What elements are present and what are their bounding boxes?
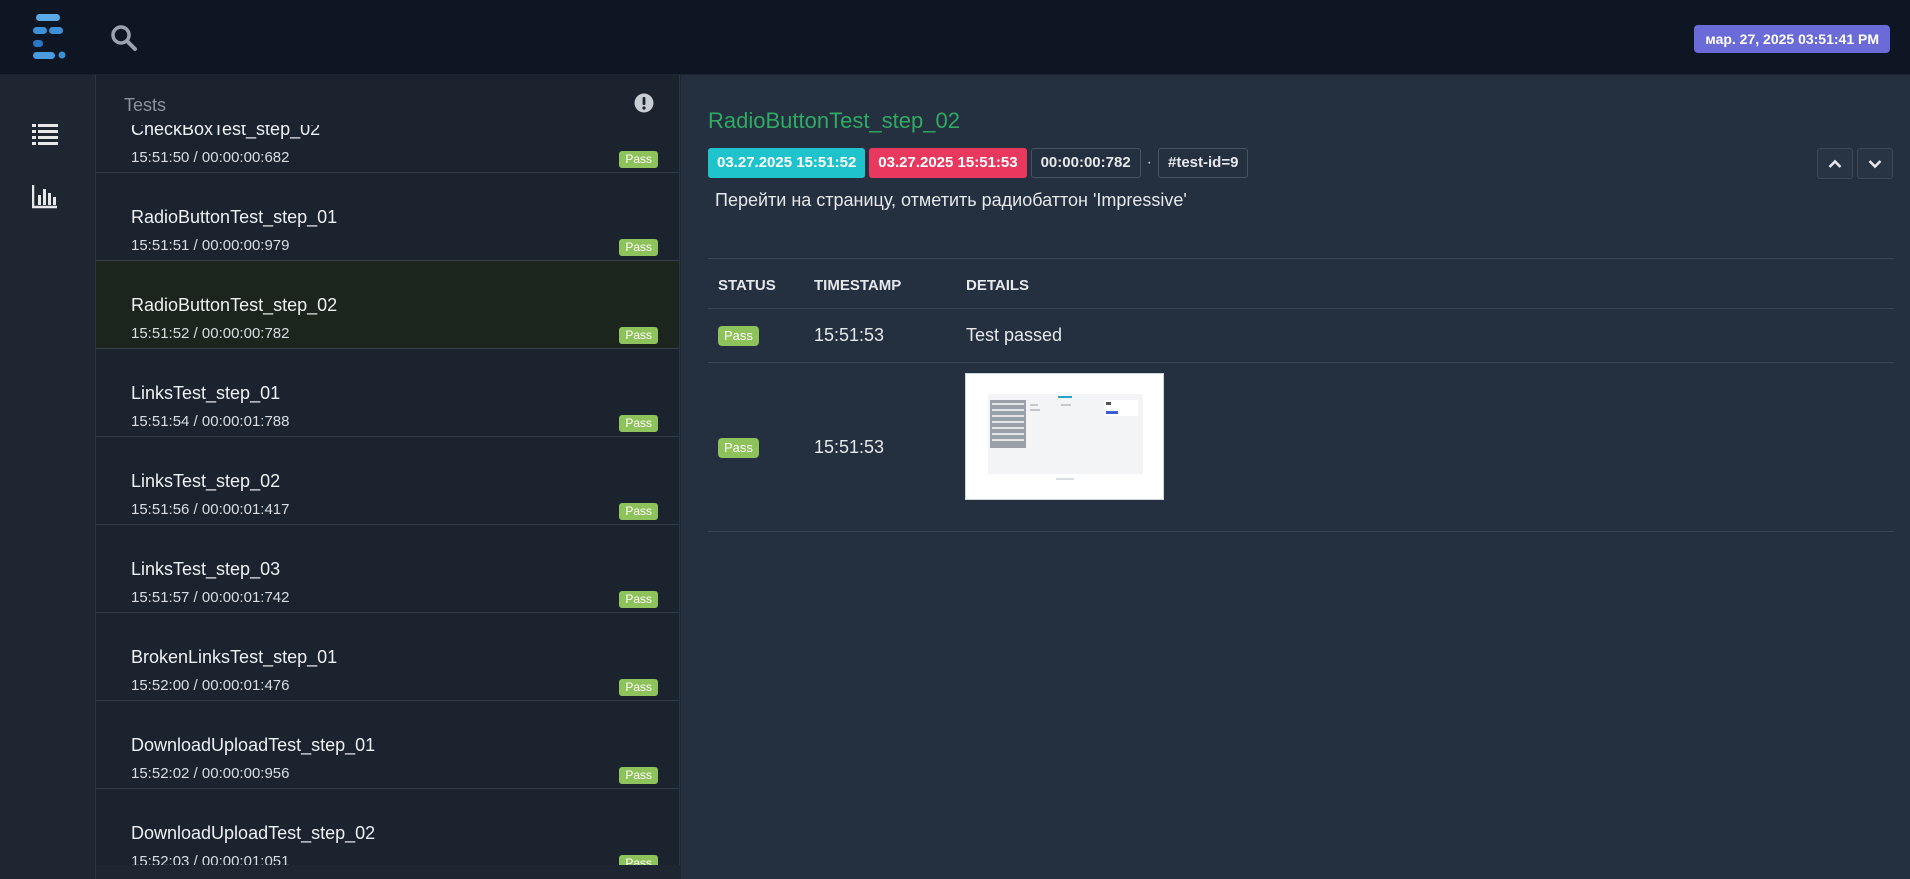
previous-test-button[interactable]: [1817, 148, 1853, 179]
duration-badge: 00:00:00:782: [1030, 148, 1141, 178]
pass-badge: Pass: [619, 151, 658, 168]
test-list-title: Tests: [124, 95, 167, 115]
chevron-up-icon: [1828, 159, 1842, 168]
details-column-header: DETAILS: [966, 277, 1030, 294]
test-name: RadioButtonTest_step_01: [131, 207, 338, 227]
pass-badge: Pass: [619, 415, 658, 432]
test-time: 15:51:50 / 00:00:00:682: [131, 149, 290, 166]
test-detail-panel: RadioButtonTest_step_02 03.27.2025 15:51…: [681, 75, 1910, 879]
log-row: Pass 15:51:53: [708, 362, 1894, 532]
test-name: LinksTest_step_02: [131, 471, 281, 491]
test-name: DownloadUploadTest_step_02: [131, 823, 376, 843]
pass-badge: Pass: [619, 327, 658, 344]
search-icon[interactable]: [110, 24, 138, 52]
test-list-item[interactable]: DownloadUploadTest_step_01 15:52:02 / 00…: [96, 701, 679, 789]
pass-badge: Pass: [619, 503, 658, 520]
bar-chart-icon[interactable]: [32, 183, 58, 209]
test-name: BrokenLinksTest_step_01: [131, 647, 338, 667]
test-list-item[interactable]: LinksTest_step_03 15:51:57 / 00:00:01:74…: [96, 525, 679, 613]
log-table-header: STATUS TIMESTAMP DETAILS: [708, 258, 1894, 308]
test-time: 15:52:02 / 00:00:00:956: [131, 765, 290, 782]
log-row: Pass 15:51:53 Test passed: [708, 308, 1894, 362]
exclamation-icon[interactable]: [634, 93, 654, 113]
test-navigation: [1817, 148, 1893, 179]
test-time: 15:52:03 / 00:00:01:051: [131, 853, 290, 865]
test-time: 15:51:51 / 00:00:00:979: [131, 237, 290, 254]
test-list-panel: Tests CheckBoxTest_step_02 15:51:50 / 00…: [96, 75, 680, 865]
test-time: 15:51:52 / 00:00:00:782: [131, 325, 290, 342]
pass-badge: Pass: [619, 679, 658, 696]
report-datetime-badge: мар. 27, 2025 03:51:41 PM: [1694, 25, 1890, 53]
test-list-item-selected[interactable]: RadioButtonTest_step_02 15:51:52 / 00:00…: [96, 261, 679, 349]
test-list-item[interactable]: LinksTest_step_01 15:51:54 / 00:00:01:78…: [96, 349, 679, 437]
screenshot-image: [966, 374, 1163, 499]
log-details: Test passed: [966, 325, 1063, 345]
test-title: RadioButtonTest_step_02: [708, 108, 960, 133]
log-timestamp: 15:51:53: [814, 325, 885, 345]
left-nav: [0, 75, 96, 879]
log-timestamp: 15:51:53: [814, 437, 885, 457]
list-icon[interactable]: [32, 121, 58, 147]
pass-badge: Pass: [619, 591, 658, 608]
test-list-item[interactable]: BrokenLinksTest_step_01 15:52:00 / 00:00…: [96, 613, 679, 701]
test-list-item[interactable]: DownloadUploadTest_step_02 15:52:03 / 00…: [96, 789, 679, 865]
test-time: 15:51:57 / 00:00:01:742: [131, 589, 290, 606]
timestamp-column-header: TIMESTAMP: [814, 277, 902, 294]
test-time: 15:51:56 / 00:00:01:417: [131, 501, 290, 518]
test-time: 15:52:00 / 00:00:01:476: [131, 677, 290, 694]
pass-badge: Pass: [718, 438, 759, 458]
pass-badge: Pass: [718, 326, 759, 346]
log-table: STATUS TIMESTAMP DETAILS Pass 15:51:53 T…: [708, 258, 1894, 532]
test-list-item[interactable]: LinksTest_step_02 15:51:56 / 00:00:01:41…: [96, 437, 679, 525]
start-time-badge: 03.27.2025 15:51:52: [708, 148, 866, 178]
separator: ·: [1146, 154, 1152, 171]
test-name: RadioButtonTest_step_02: [131, 295, 338, 315]
top-bar: мар. 27, 2025 03:51:41 PM: [0, 0, 1910, 75]
test-name: LinksTest_step_03: [131, 559, 281, 579]
pass-badge: Pass: [619, 239, 658, 256]
test-list-item[interactable]: RadioButtonTest_step_01 15:51:51 / 00:00…: [96, 173, 679, 261]
pass-badge: Pass: [619, 767, 658, 784]
test-description: Перейти на страницу, отметить радиобатто…: [715, 190, 1187, 210]
extent-logo-icon[interactable]: [32, 14, 68, 60]
pass-badge: Pass: [619, 855, 658, 865]
next-test-button[interactable]: [1857, 148, 1893, 179]
test-meta-chips: 03.27.2025 15:51:52 03.27.2025 15:51:53 …: [708, 148, 1249, 178]
screenshot-thumbnail[interactable]: [965, 373, 1164, 500]
test-name: LinksTest_step_01: [131, 383, 281, 403]
test-name: DownloadUploadTest_step_01: [131, 735, 376, 755]
end-time-badge: 03.27.2025 15:51:53: [869, 148, 1027, 178]
test-id-badge: #test-id=9: [1158, 148, 1249, 178]
chevron-down-icon: [1868, 159, 1882, 168]
test-list: CheckBoxTest_step_02 15:51:50 / 00:00:00…: [96, 116, 679, 865]
test-list-header: Tests: [96, 75, 679, 125]
status-column-header: STATUS: [718, 277, 776, 294]
test-time: 15:51:54 / 00:00:01:788: [131, 413, 290, 430]
